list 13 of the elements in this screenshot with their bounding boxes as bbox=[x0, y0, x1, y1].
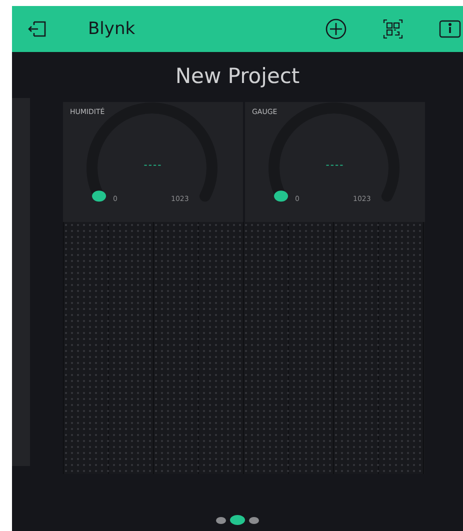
qr-code-icon[interactable] bbox=[383, 19, 403, 39]
gauge-knob bbox=[92, 190, 106, 202]
gauge-value: ---- bbox=[142, 160, 164, 171]
info-icon[interactable] bbox=[439, 19, 461, 39]
exit-icon[interactable] bbox=[28, 19, 48, 39]
gauge-value: ---- bbox=[324, 160, 346, 171]
page-dot[interactable] bbox=[230, 515, 245, 525]
gauge-knob bbox=[274, 190, 288, 202]
app-title: Blynk bbox=[88, 19, 136, 39]
add-icon[interactable] bbox=[325, 18, 347, 40]
page-dot[interactable] bbox=[216, 516, 226, 524]
page-dot[interactable] bbox=[249, 516, 259, 524]
project-title: New Project bbox=[174, 64, 301, 88]
